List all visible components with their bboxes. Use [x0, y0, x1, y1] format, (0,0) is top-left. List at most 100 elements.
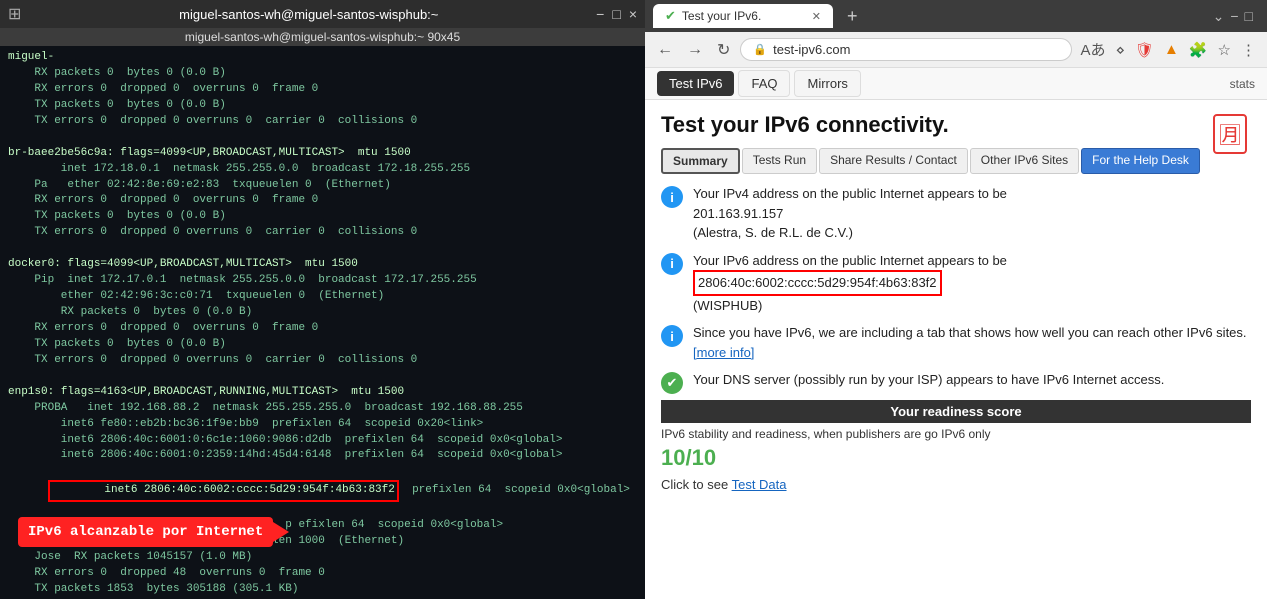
terminal-line: TX packets 0 bytes 0 (0.0 B) [8, 209, 637, 225]
content-tab-share[interactable]: Share Results / Contact [819, 148, 968, 174]
terminal-line: TX packets 0 bytes 0 (0.0 B) [8, 337, 637, 353]
site-nav-tabs: Test IPv6 FAQ Mirrors stats [645, 68, 1267, 100]
new-tab-btn[interactable]: + [841, 6, 864, 27]
content-tab-other[interactable]: Other IPv6 Sites [970, 148, 1079, 174]
terminal-line: PROBA inet 192.168.88.2 netmask 255.255.… [8, 401, 637, 417]
terminal-line: inet6 2806:40c:6001:0:2359:14hd:45d4:614… [8, 448, 637, 464]
terminal-line: TX errors 0 dropped 0 overruns 0 carrier… [8, 353, 637, 369]
share-icon[interactable]: ⋄ [1113, 39, 1128, 61]
terminal-line: ether 02:42:96:3c:c0:71 txqueuelen 0 (Et… [8, 289, 637, 305]
ipv6-arrow-triangle [273, 522, 289, 542]
terminal-line: RX errors 0 dropped 0 overruns 0 frame 0 [8, 193, 637, 209]
terminal-line: TX errors 0 dropped 0 overruns 0 carrier… [8, 114, 637, 130]
site-tab-test-ipv6[interactable]: Test IPv6 [657, 71, 734, 96]
info-row-tab-info: i Since you have IPv6, we are including … [661, 323, 1251, 362]
info-row-dns: ✔ Your DNS server (possibly run by your … [661, 370, 1251, 394]
browser-toolbar: ← → ↻ 🔒 test-ipv6.com Aあ ⋄ 🛡 ▲ 🧩 ☆ ⋮ [645, 32, 1267, 68]
info-row-ipv4: i Your IPv4 address on the public Intern… [661, 184, 1251, 243]
terminal-close-btn[interactable]: × [629, 6, 637, 22]
reload-btn[interactable]: ↻ [713, 38, 734, 62]
back-btn[interactable]: ← [653, 39, 677, 61]
terminal-line: RX errors 0 dropped 48 overruns 0 frame … [8, 566, 637, 582]
more-info-link[interactable]: [more info] [693, 345, 754, 360]
terminal-window-icon: ⊞ [8, 4, 21, 24]
site-tab-mirrors[interactable]: Mirrors [794, 70, 860, 97]
info-icon-ipv4: i [661, 186, 683, 208]
extensions-icon[interactable]: 🧩 [1186, 39, 1211, 61]
readiness-subtext: IPv6 stability and readiness, when publi… [661, 427, 1251, 441]
terminal-line: Pip inet 172.17.0.1 netmask 255.255.0.0 … [8, 273, 637, 289]
terminal-controls[interactable]: − □ × [596, 6, 637, 22]
terminal-maximize-btn[interactable]: □ [612, 6, 620, 22]
terminal-line: RX errors 0 dropped 0 overruns 0 frame 0 [8, 82, 637, 98]
browser-window-controls[interactable]: ⌄ − □ [1213, 8, 1259, 25]
terminal-line: docker0: flags=4099<UP,BROADCAST,MULTICA… [8, 257, 637, 273]
terminal-line: enp1s0: flags=4163<UP,BROADCAST,RUNNING,… [8, 385, 637, 401]
tab-favicon: ✔ [665, 8, 676, 24]
browser-titlebar: ✔ Test your IPv6. ✕ + ⌄ − □ [645, 0, 1267, 32]
terminal-window: ⊞ miguel-santos-wh@miguel-santos-wisphub… [0, 0, 645, 599]
brave-bat-icon[interactable]: ▲ [1161, 39, 1182, 60]
forward-btn[interactable]: → [683, 39, 707, 61]
browser-window: ✔ Test your IPv6. ✕ + ⌄ − □ ← → ↻ 🔒 test… [645, 0, 1267, 599]
translate-icon[interactable]: Aあ [1078, 37, 1109, 62]
ipv6-arrow-label: IPv6 alcanzable por Internet [18, 517, 273, 547]
terminal-line: RX packets 0 bytes 0 (0.0 B) [8, 66, 637, 82]
readiness-score: 10/10 [661, 445, 1251, 471]
browser-chevron-down[interactable]: ⌄ [1213, 8, 1225, 25]
terminal-line: RX packets 0 bytes 0 (0.0 B) [8, 305, 637, 321]
info-text-ipv4: Your IPv4 address on the public Internet… [693, 184, 1007, 243]
stats-btn[interactable]: stats [1230, 77, 1255, 91]
terminal-line: br-baee2be56c9a: flags=4099<UP,BROADCAST… [8, 146, 637, 162]
terminal-minimize-btn[interactable]: − [596, 6, 604, 22]
terminal-line: TX packets 1853 bytes 305188 (305.1 KB) [8, 582, 637, 598]
page-title: Test your IPv6 connectivity. [661, 112, 1251, 138]
browser-minimize-btn[interactable]: − [1230, 8, 1238, 25]
terminal-subtitle: miguel-santos-wh@miguel-santos-wisphub:~… [0, 28, 645, 46]
site-tab-faq[interactable]: FAQ [738, 70, 790, 97]
browser-page-content: 🈷 Test your IPv6 connectivity. Summary T… [645, 100, 1267, 599]
info-text-dns: Your DNS server (possibly run by your IS… [693, 370, 1164, 390]
terminal-line: Jose RX packets 1045157 (1.0 MB) [8, 550, 637, 566]
terminal-line [8, 369, 637, 385]
content-tab-helpdesk[interactable]: For the Help Desk [1081, 148, 1200, 174]
browser-maximize-btn[interactable]: □ [1245, 8, 1253, 25]
ipv6-arrow-annotation: IPv6 alcanzable por Internet [18, 517, 289, 547]
readiness-bar: Your readiness score [661, 400, 1251, 423]
test-data-section: Click to see Test Data [661, 477, 1251, 492]
terminal-line: RX errors 0 dropped 0 overruns 0 frame 0 [8, 321, 637, 337]
content-tab-tests-run[interactable]: Tests Run [742, 148, 817, 174]
terminal-title: miguel-santos-wh@miguel-santos-wisphub:~ [21, 7, 596, 22]
menu-icon[interactable]: ⋮ [1238, 39, 1259, 61]
terminal-line [8, 241, 637, 257]
address-bar[interactable]: 🔒 test-ipv6.com [740, 38, 1071, 61]
terminal-titlebar: ⊞ miguel-santos-wh@miguel-santos-wisphub… [0, 0, 645, 28]
page-translate-icon[interactable]: 🈷 [1213, 114, 1247, 154]
favorites-icon[interactable]: ☆ [1215, 39, 1234, 61]
test-data-link[interactable]: Test Data [732, 477, 787, 492]
terminal-line: inet 172.18.0.1 netmask 255.255.0.0 broa… [8, 162, 637, 178]
terminal-line: Pa ether 02:42:8e:69:e2:83 txqueuelen 0 … [8, 178, 637, 194]
url-display: test-ipv6.com [773, 42, 1058, 57]
terminal-line: TX errors 0 dropped 0 overruns 0 carrier… [8, 225, 637, 241]
browser-toolbar-icons: Aあ ⋄ 🛡 ▲ 🧩 ☆ ⋮ [1078, 37, 1259, 62]
info-icon-tab: i [661, 325, 683, 347]
terminal-line: TX packets 0 bytes 0 (0.0 B) [8, 98, 637, 114]
info-icon-ipv6: i [661, 253, 683, 275]
content-tab-summary[interactable]: Summary [661, 148, 740, 174]
browser-tab[interactable]: ✔ Test your IPv6. ✕ [653, 4, 833, 28]
info-text-tab: Since you have IPv6, we are including a … [693, 323, 1251, 362]
terminal-line [8, 130, 637, 146]
highlighted-inet6-line: inet6 2806:40c:6002:cccc:5d29:954f:4b63:… [8, 464, 637, 518]
info-section: i Your IPv4 address on the public Intern… [661, 184, 1251, 394]
info-icon-dns: ✔ [661, 372, 683, 394]
content-tabs: Summary Tests Run Share Results / Contac… [661, 148, 1251, 174]
tab-close-btn[interactable]: ✕ [812, 10, 821, 23]
info-row-ipv6: i Your IPv6 address on the public Intern… [661, 251, 1251, 316]
test-data-label: Click to see [661, 477, 728, 492]
terminal-body: miguel- RX packets 0 bytes 0 (0.0 B) RX … [0, 46, 645, 599]
terminal-line: inet6 2806:40c:6001:0:6c1e:1060:9086:d2d… [8, 433, 637, 449]
brave-shield-icon[interactable]: 🛡 [1132, 39, 1157, 61]
terminal-line: miguel- [8, 50, 637, 66]
info-text-ipv6: Your IPv6 address on the public Internet… [693, 251, 1007, 316]
